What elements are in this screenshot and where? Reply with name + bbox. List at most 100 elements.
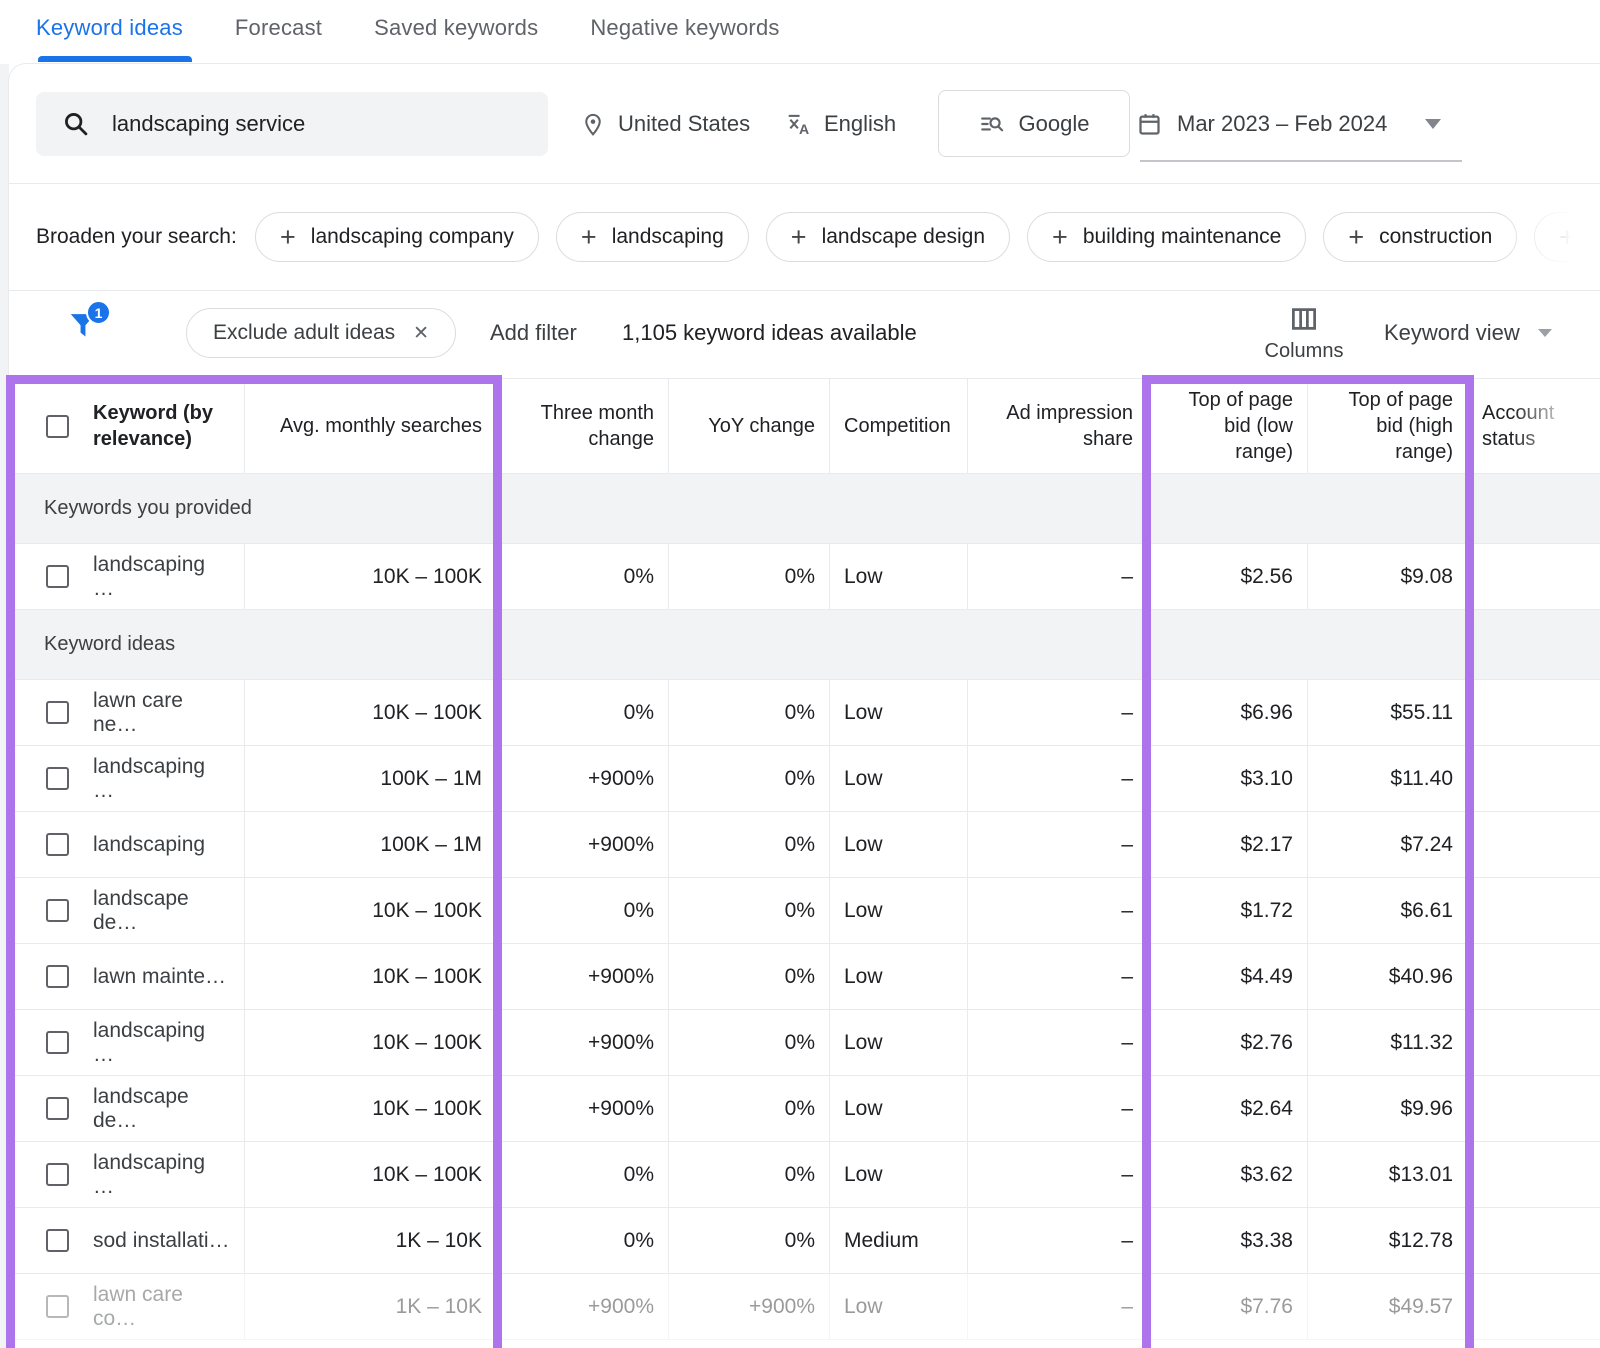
- location-label: United States: [618, 111, 750, 137]
- keyword-cell[interactable]: lawn mainte…: [93, 965, 226, 989]
- top-bid-low-cell: $2.56: [1148, 544, 1308, 610]
- avg-monthly-searches-cell: 1K – 10K: [245, 1274, 497, 1340]
- row-checkbox[interactable]: [46, 701, 69, 724]
- ad-impression-share-cell: –: [968, 544, 1148, 610]
- header-ad-impression-share[interactable]: Ad impression share: [968, 379, 1148, 474]
- section-header-row: Keywords you provided: [8, 474, 1600, 544]
- avg-monthly-searches-cell: 10K – 100K: [245, 878, 497, 944]
- translate-icon: A: [786, 111, 812, 137]
- top-bid-high-cell: $9.96: [1308, 1076, 1468, 1142]
- keyword-cell-wrap: landscaping …: [8, 1010, 245, 1076]
- top-bid-low-cell: $3.38: [1148, 1208, 1308, 1274]
- keyword-cell[interactable]: sod installati…: [93, 1229, 230, 1253]
- keyword-cell[interactable]: landscaping: [93, 833, 205, 857]
- avg-monthly-searches-cell: 10K – 100K: [245, 1076, 497, 1142]
- ad-impression-share-cell: –: [968, 746, 1148, 812]
- keyword-cell[interactable]: landscaping …: [93, 1151, 230, 1199]
- filter-button[interactable]: 1: [64, 306, 112, 354]
- close-icon[interactable]: ✕: [413, 322, 429, 345]
- row-checkbox[interactable]: [46, 565, 69, 588]
- keyword-cell[interactable]: landscaping …: [93, 1019, 230, 1067]
- broaden-chip-label: construction: [1379, 225, 1492, 249]
- keyword-cell[interactable]: landscaping …: [93, 755, 230, 803]
- broaden-chip[interactable]: + landscaping company: [255, 212, 539, 262]
- top-bid-high-cell: $55.11: [1308, 680, 1468, 746]
- top-bid-high-cell: $7.24: [1308, 812, 1468, 878]
- broaden-chip[interactable]: + lawn: [1534, 212, 1600, 262]
- keyword-cell[interactable]: lawn care co…: [93, 1283, 230, 1331]
- broaden-chip[interactable]: + construction: [1323, 212, 1517, 262]
- row-checkbox[interactable]: [46, 1295, 69, 1318]
- account-status-cell: [1468, 544, 1600, 610]
- keyword-cell-wrap: landscaping …: [8, 746, 245, 812]
- search-input[interactable]: landscaping service: [36, 92, 548, 156]
- date-range-selector[interactable]: Mar 2023 – Feb 2024: [1136, 92, 1441, 156]
- broaden-chip-label: landscaping: [612, 225, 724, 249]
- top-bid-low-cell: $2.64: [1148, 1076, 1308, 1142]
- header-competition[interactable]: Competition: [830, 379, 968, 474]
- yoy-change-cell: 0%: [669, 680, 830, 746]
- keyword-cell[interactable]: landscape de…: [93, 887, 230, 935]
- exclude-adult-ideas-chip[interactable]: Exclude adult ideas ✕: [186, 308, 456, 358]
- network-selector[interactable]: Google: [938, 90, 1130, 157]
- row-checkbox[interactable]: [46, 1229, 69, 1252]
- section-header-row: Keyword ideas: [8, 610, 1600, 680]
- ad-impression-share-cell: –: [968, 1274, 1148, 1340]
- row-checkbox[interactable]: [46, 1163, 69, 1186]
- language-selector[interactable]: A English: [786, 92, 896, 156]
- yoy-change-cell: 0%: [669, 746, 830, 812]
- account-status-cell: [1468, 1142, 1600, 1208]
- plus-icon: +: [1559, 224, 1575, 251]
- top-bid-high-cell: $11.32: [1308, 1010, 1468, 1076]
- header-top-bid-low[interactable]: Top of page bid (low range): [1148, 379, 1308, 474]
- keyword-cell[interactable]: lawn care ne…: [93, 689, 230, 737]
- broaden-chip-label: landscaping company: [311, 225, 514, 249]
- header-keyword[interactable]: Keyword (by relevance): [8, 379, 245, 474]
- keyword-cell-wrap: landscaping …: [8, 544, 245, 610]
- top-bid-low-cell: $1.72: [1148, 878, 1308, 944]
- header-avg-monthly-searches[interactable]: Avg. monthly searches: [245, 379, 497, 474]
- header-yoy-change[interactable]: YoY change: [669, 379, 830, 474]
- tab-keyword-ideas[interactable]: Keyword ideas: [36, 15, 183, 41]
- top-bid-low-cell: $7.76: [1148, 1274, 1308, 1340]
- network-label: Google: [1019, 111, 1090, 137]
- broaden-chip[interactable]: + landscaping: [556, 212, 749, 262]
- broaden-chip[interactable]: + landscape design: [766, 212, 1010, 262]
- yoy-change-cell: 0%: [669, 1076, 830, 1142]
- header-three-month-change[interactable]: Three month change: [497, 379, 669, 474]
- keyword-view-selector[interactable]: Keyword view: [1384, 308, 1552, 358]
- row-checkbox[interactable]: [46, 1097, 69, 1120]
- location-selector[interactable]: United States: [580, 92, 750, 156]
- broaden-chips: + landscaping company + landscaping + la…: [255, 212, 1600, 262]
- keyword-cell[interactable]: landscape de…: [93, 1085, 230, 1133]
- competition-cell: Low: [830, 1274, 968, 1340]
- three-month-change-cell: +900%: [497, 746, 669, 812]
- header-account-status[interactable]: Account status: [1468, 379, 1600, 474]
- three-month-change-cell: +900%: [497, 1274, 669, 1340]
- three-month-change-cell: +900%: [497, 812, 669, 878]
- tab-negative-keywords[interactable]: Negative keywords: [590, 15, 779, 41]
- header-top-bid-high[interactable]: Top of page bid (high range): [1308, 379, 1468, 474]
- top-bid-high-cell: $12.78: [1308, 1208, 1468, 1274]
- row-checkbox[interactable]: [46, 833, 69, 856]
- competition-cell: Low: [830, 680, 968, 746]
- keyword-cell[interactable]: landscaping …: [93, 553, 230, 601]
- row-checkbox[interactable]: [46, 899, 69, 922]
- plus-icon: +: [280, 224, 296, 251]
- columns-button[interactable]: Columns: [1254, 304, 1354, 363]
- row-checkbox[interactable]: [46, 965, 69, 988]
- plus-icon: +: [581, 224, 597, 251]
- yoy-change-cell: +900%: [669, 1274, 830, 1340]
- select-all-checkbox[interactable]: [46, 415, 69, 438]
- avg-monthly-searches-cell: 10K – 100K: [245, 544, 497, 610]
- tab-saved-keywords[interactable]: Saved keywords: [374, 15, 538, 41]
- top-bid-low-cell: $4.49: [1148, 944, 1308, 1010]
- row-checkbox[interactable]: [46, 767, 69, 790]
- add-filter-button[interactable]: Add filter: [490, 308, 577, 358]
- ad-impression-share-cell: –: [968, 1010, 1148, 1076]
- exclude-chip-label: Exclude adult ideas: [213, 321, 395, 345]
- tab-forecast[interactable]: Forecast: [235, 15, 322, 41]
- row-checkbox[interactable]: [46, 1031, 69, 1054]
- broaden-chip[interactable]: + building maintenance: [1027, 212, 1306, 262]
- keyword-cell-wrap: landscaping: [8, 812, 245, 878]
